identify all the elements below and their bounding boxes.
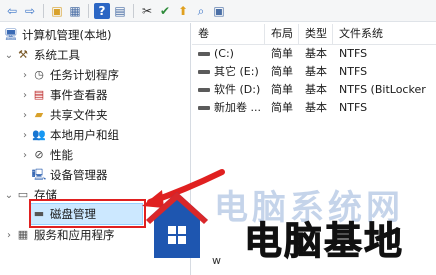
chevron-right-icon[interactable]: › [4,230,14,241]
volume-name: 新加卷 ... [214,101,261,114]
column-header-volume[interactable]: 卷 [192,24,265,44]
chevron-down-icon[interactable]: ⌄ [4,50,14,61]
tree-item-local-users[interactable]: › 👥 本地用户和组 [20,125,119,145]
layout-cell: 简单 [271,101,293,114]
volume-name: 软件 (D:) [214,83,261,96]
filesystem-cell: NTFS [339,65,368,78]
watermark-text: 电脑基地 [243,219,405,264]
disk-icon [198,88,210,92]
up-folder-icon[interactable]: ▣ [49,3,65,19]
tree-item-label: 计算机管理(本地) [22,28,112,42]
disk-icon [198,106,210,110]
tree-item-services-apps[interactable]: › ▦ 服务和应用程序 [4,225,115,245]
layout-cell: 简单 [271,47,293,60]
services-icon: ▦ [17,228,29,241]
watermark-url: w [212,254,221,267]
tree-item-task-scheduler[interactable]: › ◷ 任务计划程序 [20,65,119,85]
watermark: 电脑系统网 电脑基地 w [140,178,436,275]
volume-cell: 新加卷 ... [192,99,265,117]
type-cell: 基本 [305,83,327,96]
device-manager-icon: 🖳 [31,168,47,181]
up-arrow-icon[interactable]: ⬆ [175,3,191,19]
tools-icon: ⚒ [18,48,28,61]
volume-cell: 软件 (D:) [192,81,265,99]
help-icon[interactable]: ? [94,2,110,19]
layout-cell: 简单 [271,65,293,78]
tree-item-label: 服务和应用程序 [34,228,115,242]
check-icon[interactable]: ✔ [157,3,173,19]
users-icon: 👥 [32,128,46,141]
search-icon[interactable]: ⌕ [193,3,209,19]
volume-name: (C:) [214,47,234,60]
toolbar-separator [88,3,89,18]
performance-icon: ⊘ [34,148,44,161]
tree-item-label: 设备管理器 [50,168,108,182]
properties-icon[interactable]: ▤ [112,3,128,19]
clock-icon: ◷ [34,68,44,81]
toolbar-separator [133,3,134,18]
view-icon[interactable]: ▣ [211,3,227,19]
computer-management-icon: 🖥 [4,28,18,41]
forward-icon[interactable]: ⇨ [22,3,38,19]
table-row[interactable]: 新加卷 ... 简单 基本 NTFS [192,99,436,117]
tree-item-label: 任务计划程序 [50,68,119,82]
chevron-right-icon[interactable]: › [20,70,30,81]
tree-item-root[interactable]: 🖥 计算机管理(本地) [2,25,111,45]
volume-cell: 其它 (E:) [192,63,265,81]
tree-item-shared-folders[interactable]: › ▰ 共享文件夹 [20,105,108,125]
layout-cell: 简单 [271,83,293,96]
watermark-house-logo-icon [146,192,208,258]
tree-item-label: 性能 [50,148,73,162]
toolbar: ⇦ ⇨ ▣ ▦ ? ▤ ✂ ✔ ⬆ ⌕ ▣ [0,0,436,22]
volume-list-header: 卷 布局 类型 文件系统 [192,24,436,45]
tree-item-label: 系统工具 [34,48,80,62]
type-cell: 基本 [305,47,327,60]
highlight-box [29,199,146,228]
disk-icon [198,70,210,74]
filesystem-cell: NTFS [339,101,368,114]
table-row[interactable]: 其它 (E:) 简单 基本 NTFS [192,63,436,81]
chevron-right-icon[interactable]: › [20,130,30,141]
filesystem-cell: NTFS (BitLocker [339,83,426,96]
event-log-icon: ▤ [33,88,45,101]
disconnect-icon[interactable]: ✂ [139,3,155,19]
type-cell: 基本 [305,65,327,78]
tree-item-label: 本地用户和组 [50,128,119,142]
table-row[interactable]: 软件 (D:) 简单 基本 NTFS (BitLocker [192,81,436,99]
filesystem-cell: NTFS [339,47,368,60]
chevron-right-icon[interactable]: › [20,110,30,121]
table-row[interactable]: (C:) 简单 基本 NTFS [192,45,436,63]
column-header-type[interactable]: 类型 [299,24,333,44]
volume-cell: (C:) [192,45,265,63]
tree-item-system-tools[interactable]: ⌄ ⚒ 系统工具 [4,45,80,65]
disk-icon [198,52,210,56]
column-header-filesystem[interactable]: 文件系统 [333,24,436,44]
chevron-down-icon[interactable]: ⌄ [4,190,14,201]
tree-item-label: 共享文件夹 [50,108,108,122]
shared-folder-icon: ▰ [34,108,44,121]
tree-item-label: 事件查看器 [50,88,108,102]
volume-name: 其它 (E:) [214,65,259,78]
back-icon[interactable]: ⇦ [4,3,20,19]
tree-item-performance[interactable]: › ⊘ 性能 [20,145,73,165]
tree-item-event-viewer[interactable]: › ▤ 事件查看器 [20,85,108,105]
type-cell: 基本 [305,101,327,114]
chevron-right-icon[interactable]: › [20,90,30,101]
tree-item-device-manager[interactable]: 🖳 设备管理器 [30,165,108,185]
console-tree-icon[interactable]: ▦ [67,3,83,19]
chevron-right-icon[interactable]: › [20,150,30,161]
storage-icon: ▭ [17,188,29,201]
column-header-layout[interactable]: 布局 [265,24,299,44]
toolbar-separator [43,3,44,18]
